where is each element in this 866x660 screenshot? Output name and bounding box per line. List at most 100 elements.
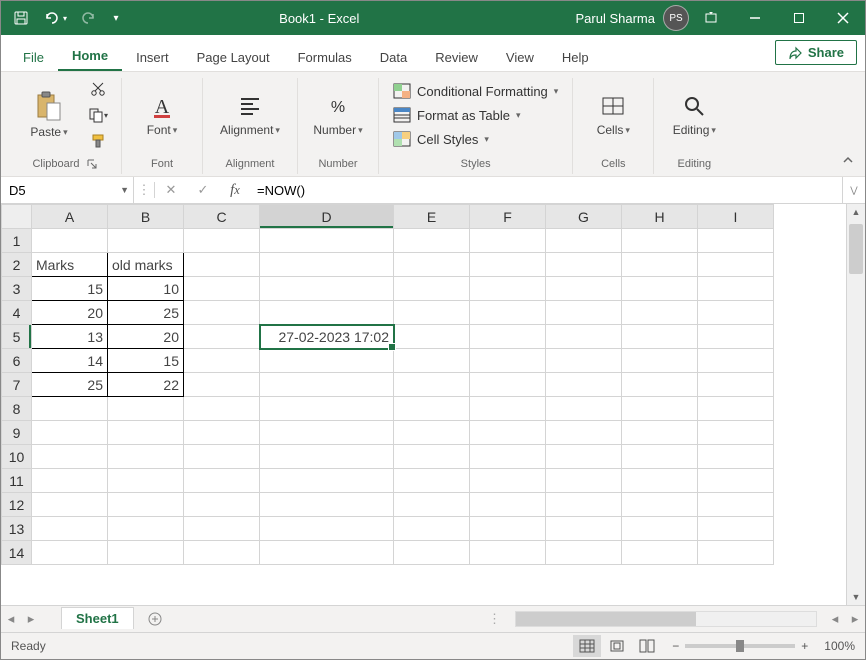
cell-grid[interactable]: ABCDEFGHI12Marksold marks315104202551320… <box>1 204 846 605</box>
collapse-ribbon-button[interactable] <box>841 153 855 170</box>
cell-E7[interactable] <box>394 373 470 397</box>
save-button[interactable] <box>7 4 35 32</box>
zoom-level[interactable]: 100% <box>824 639 855 653</box>
cell-B7[interactable]: 22 <box>108 373 184 397</box>
cell-D14[interactable] <box>260 541 394 565</box>
cell-B2[interactable]: old marks <box>108 253 184 277</box>
new-sheet-button[interactable] <box>142 606 168 632</box>
cell-A14[interactable] <box>32 541 108 565</box>
cell-H5[interactable] <box>622 325 698 349</box>
name-box[interactable]: ▼ <box>1 177 134 203</box>
cell-E9[interactable] <box>394 421 470 445</box>
cut-button[interactable] <box>85 78 111 100</box>
cell-G1[interactable] <box>546 229 622 253</box>
cell-F9[interactable] <box>470 421 546 445</box>
cell-E13[interactable] <box>394 517 470 541</box>
expand-formula-bar-button[interactable]: ⋁ <box>842 177 865 203</box>
cell-I6[interactable] <box>698 349 774 373</box>
cell-H12[interactable] <box>622 493 698 517</box>
clipboard-dialog-launcher[interactable] <box>86 158 98 170</box>
cell-I9[interactable] <box>698 421 774 445</box>
cell-D8[interactable] <box>260 397 394 421</box>
cell-H6[interactable] <box>622 349 698 373</box>
tab-insert[interactable]: Insert <box>122 42 183 71</box>
cell-D1[interactable] <box>260 229 394 253</box>
cell-I1[interactable] <box>698 229 774 253</box>
column-header-I[interactable]: I <box>698 205 774 229</box>
zoom-out-button[interactable]: − <box>672 639 679 653</box>
cell-F1[interactable] <box>470 229 546 253</box>
cell-A13[interactable] <box>32 517 108 541</box>
cell-D4[interactable] <box>260 301 394 325</box>
cell-H9[interactable] <box>622 421 698 445</box>
cell-E10[interactable] <box>394 445 470 469</box>
cell-D3[interactable] <box>260 277 394 301</box>
sheet-nav-next[interactable]: ▸ <box>21 611 41 627</box>
cell-A9[interactable] <box>32 421 108 445</box>
zoom-in-button[interactable]: + <box>801 639 808 653</box>
cell-I12[interactable] <box>698 493 774 517</box>
cell-G12[interactable] <box>546 493 622 517</box>
row-header-10[interactable]: 10 <box>2 445 32 469</box>
row-header-4[interactable]: 4 <box>2 301 32 325</box>
cancel-formula-button[interactable]: ✕ <box>155 182 187 198</box>
cell-F12[interactable] <box>470 493 546 517</box>
share-button[interactable]: Share <box>775 40 857 65</box>
cell-B1[interactable] <box>108 229 184 253</box>
horizontal-scroll-thumb[interactable] <box>516 612 696 626</box>
cell-I3[interactable] <box>698 277 774 301</box>
cell-G14[interactable] <box>546 541 622 565</box>
cell-G13[interactable] <box>546 517 622 541</box>
cell-D5[interactable]: 27-02-2023 17:02 <box>260 325 394 349</box>
cell-F13[interactable] <box>470 517 546 541</box>
cell-D11[interactable] <box>260 469 394 493</box>
cell-C4[interactable] <box>184 301 260 325</box>
cell-G11[interactable] <box>546 469 622 493</box>
zoom-slider[interactable] <box>685 644 795 648</box>
cell-C3[interactable] <box>184 277 260 301</box>
cell-D10[interactable] <box>260 445 394 469</box>
enter-formula-button[interactable]: ✓ <box>187 182 219 198</box>
copy-button[interactable]: ▾ <box>85 104 111 126</box>
cell-E8[interactable] <box>394 397 470 421</box>
alignment-button[interactable]: Alignment▾ <box>213 79 287 151</box>
normal-view-button[interactable] <box>573 635 601 657</box>
cell-F5[interactable] <box>470 325 546 349</box>
tab-file[interactable]: File <box>9 42 58 71</box>
cell-C9[interactable] <box>184 421 260 445</box>
column-header-F[interactable]: F <box>470 205 546 229</box>
cell-C8[interactable] <box>184 397 260 421</box>
column-header-G[interactable]: G <box>546 205 622 229</box>
insert-function-button[interactable]: fx <box>219 182 251 199</box>
cell-A2[interactable]: Marks <box>32 253 108 277</box>
cell-H1[interactable] <box>622 229 698 253</box>
row-header-8[interactable]: 8 <box>2 397 32 421</box>
cell-D13[interactable] <box>260 517 394 541</box>
cell-G8[interactable] <box>546 397 622 421</box>
cell-B8[interactable] <box>108 397 184 421</box>
paste-button[interactable]: Paste▾ <box>19 79 79 151</box>
row-header-7[interactable]: 7 <box>2 373 32 397</box>
user-account[interactable]: Parul Sharma PS <box>576 5 689 31</box>
cell-E14[interactable] <box>394 541 470 565</box>
tab-view[interactable]: View <box>492 42 548 71</box>
row-header-2[interactable]: 2 <box>2 253 32 277</box>
cell-D12[interactable] <box>260 493 394 517</box>
cell-A12[interactable] <box>32 493 108 517</box>
cell-B11[interactable] <box>108 469 184 493</box>
sheet-nav-prev[interactable]: ◂ <box>1 611 21 627</box>
cell-F8[interactable] <box>470 397 546 421</box>
close-button[interactable] <box>821 1 865 35</box>
formula-input[interactable] <box>251 183 842 198</box>
row-header-11[interactable]: 11 <box>2 469 32 493</box>
row-header-9[interactable]: 9 <box>2 421 32 445</box>
cell-I13[interactable] <box>698 517 774 541</box>
cell-C5[interactable] <box>184 325 260 349</box>
minimize-button[interactable] <box>733 1 777 35</box>
vertical-scroll-thumb[interactable] <box>849 224 863 274</box>
cell-E3[interactable] <box>394 277 470 301</box>
row-header-5[interactable]: 5 <box>2 325 32 349</box>
row-header-12[interactable]: 12 <box>2 493 32 517</box>
cell-G10[interactable] <box>546 445 622 469</box>
tab-data[interactable]: Data <box>366 42 421 71</box>
